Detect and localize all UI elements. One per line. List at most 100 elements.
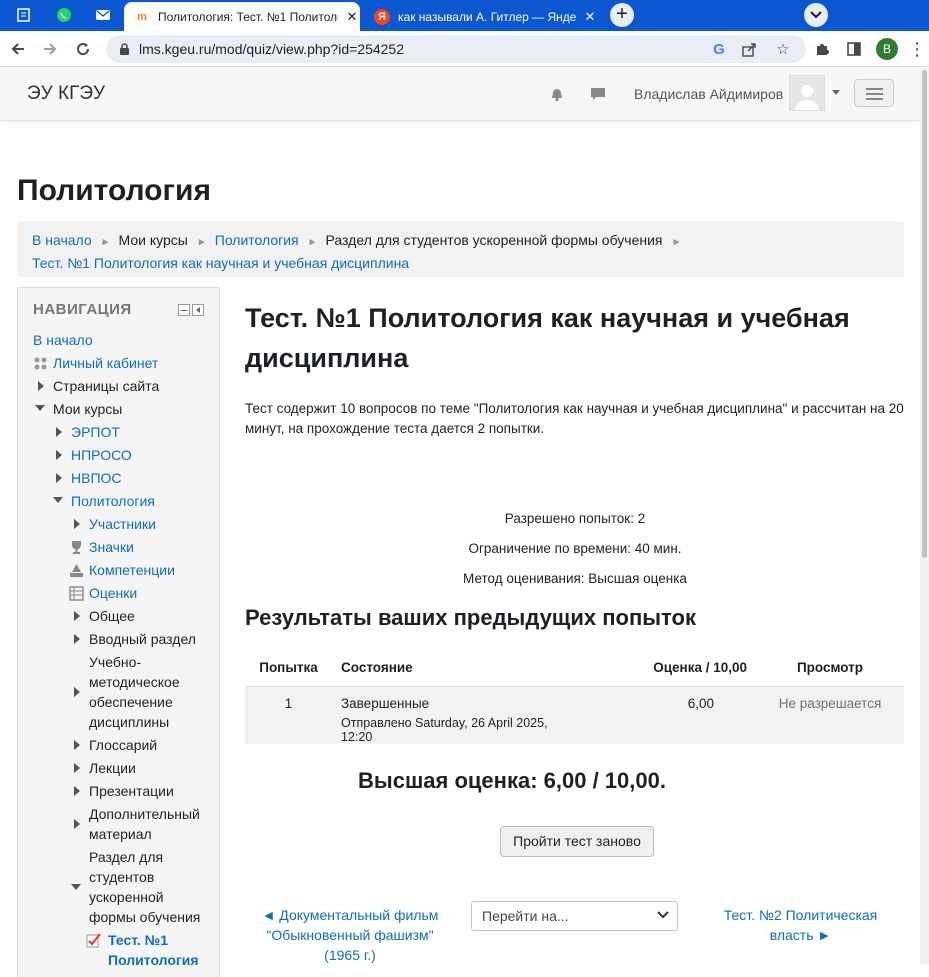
extensions-puzzle-icon[interactable] [810,37,834,61]
collapse-arrow-icon[interactable] [71,884,81,890]
close-tab-icon[interactable]: ✕ [582,9,598,25]
attempt-grade: 6,00 [576,686,756,744]
breadcrumb: В начало ► Мои курсы ► Политология ► Раздел дл… [17,221,904,277]
browser-toolbar: lms.kgeu.ru/mod/quiz/view.php?id=254252 … [0,31,929,67]
new-tab-button[interactable]: + [610,3,634,27]
nav-section-additional-line2[interactable]: материал [89,824,152,844]
user-name[interactable]: Владислав Айдимиров [634,86,783,102]
nav-badges[interactable]: Значки [89,537,134,557]
reload-button[interactable] [71,37,95,61]
expand-arrow-icon[interactable] [74,519,80,529]
pinned-tab-notes-icon[interactable] [11,4,37,26]
nav-section-methodical-line3[interactable]: обеспечение [89,692,173,712]
nav-section-lectures[interactable]: Лекции [89,758,136,778]
jump-to-select[interactable]: Перейти на... [471,901,678,931]
address-bar[interactable]: lms.kgeu.ru/mod/quiz/view.php?id=254252 … [106,35,806,63]
nav-section-additional-line1[interactable]: Дополнительный [89,804,200,824]
nav-course-erpot[interactable]: ЭРПОТ [71,422,120,442]
breadcrumb-my-courses: Мои курсы [118,232,188,248]
breadcrumb-separator-icon: ► [196,237,207,248]
attempts-table-header: Попытка Состояние Оценка / 10,00 Просмот… [245,649,904,687]
nav-section-presentations[interactable]: Презентации [89,781,174,801]
expand-arrow-icon[interactable] [74,786,80,796]
col-state: Состояние [332,649,576,687]
close-tab-icon[interactable]: ✕ [344,9,360,25]
retry-quiz-button[interactable]: Пройти тест заново [500,826,654,857]
nav-course-politologiya[interactable]: Политология [71,491,155,511]
expand-arrow-icon[interactable] [56,450,62,460]
nav-section-methodical-line2[interactable]: методическое [89,672,180,692]
prev-activity-link[interactable]: ◄ Документальный фильм "Обыкновенный фаш… [255,905,445,965]
chevron-down-icon [810,11,822,19]
pinned-tab-whatsapp-icon[interactable] [51,4,77,26]
attempt-review: Не разрешается [756,686,904,744]
back-button[interactable] [6,37,30,61]
tab-politologiya[interactable]: m Политология: Тест. №1 Политолог ✕ [124,2,360,31]
nav-grades[interactable]: Оценки [89,583,137,603]
page-scrollbar[interactable] [920,68,929,964]
nav-dashboard[interactable]: Личный кабинет [53,353,158,373]
next-activity-link[interactable]: Тест. №2 Политическая власть ► [714,905,887,945]
expand-arrow-icon[interactable] [74,687,80,697]
nav-current-quiz-line1[interactable]: Тест. №1 [108,930,168,950]
expand-arrow-icon[interactable] [74,819,80,829]
breadcrumb-quiz[interactable]: Тест. №1 Политология как научная и учебн… [32,255,409,271]
nav-section-methodical-line4[interactable]: дисциплины [89,712,169,732]
nav-section-accelerated-line2[interactable]: студентов [89,867,154,887]
pinned-tab-mail-icon[interactable] [90,4,116,26]
notifications-bell-icon[interactable] [547,84,567,104]
nav-course-nvpos[interactable]: НВПОС [71,468,122,488]
user-avatar[interactable] [789,75,825,111]
nav-home[interactable]: В начало [33,330,93,350]
reload-icon [77,43,90,56]
scrollbar-thumb[interactable] [922,70,927,558]
site-brand[interactable]: ЭУ КГЭУ [27,83,105,105]
navigation-heading: НАВИГАЦИЯ [33,301,132,318]
browser-menu-icon[interactable]: ⋮ [905,37,929,61]
nav-section-accelerated-line1[interactable]: Раздел для [89,847,163,867]
quiz-description: Тест содержит 10 вопросов по теме "Полит… [245,401,904,436]
block-dock-icon[interactable] [192,304,204,316]
tab-yandex[interactable]: Я как называли А. Гитлер — Яндекс ✕ [364,2,602,31]
hamburger-menu-button[interactable] [854,79,894,107]
expand-arrow-icon[interactable] [74,634,80,644]
nav-section-accelerated-line3[interactable]: ускоренной [89,887,164,907]
expand-arrow-icon[interactable] [74,740,80,750]
block-collapse-icon[interactable] [178,304,190,316]
nav-current-quiz-line2[interactable]: Политология [108,950,199,970]
nav-my-courses[interactable]: Мои курсы [53,399,122,419]
expand-arrow-icon[interactable] [56,473,62,483]
user-menu-caret-icon[interactable] [832,90,840,95]
google-lens-icon[interactable]: G [710,40,728,58]
tab-search-button[interactable] [804,3,828,27]
messages-chat-icon[interactable] [588,84,608,104]
nav-site-pages[interactable]: Страницы сайта [53,376,159,396]
nav-section-glossary[interactable]: Глоссарий [89,735,157,755]
collapse-arrow-icon[interactable] [53,497,63,503]
expand-arrow-icon[interactable] [74,763,80,773]
arrow-left-icon [11,43,24,55]
lock-icon[interactable] [115,40,133,58]
profile-avatar[interactable]: B [876,38,898,60]
forward-button[interactable] [38,37,62,61]
expand-arrow-icon[interactable] [74,611,80,621]
expand-arrow-icon[interactable] [56,427,62,437]
bookmark-star-icon[interactable]: ☆ [774,40,792,58]
nav-participants[interactable]: Участники [89,514,156,534]
moodle-favicon-icon: m [137,10,147,23]
breadcrumb-home[interactable]: В начало [32,232,92,248]
expand-arrow-icon[interactable] [38,381,44,391]
nav-section-methodical-line1[interactable]: Учебно- [89,652,141,672]
nav-section-accelerated-line4[interactable]: формы обучения [89,907,200,927]
side-panel-icon[interactable] [842,37,866,61]
nav-section-intro[interactable]: Вводный раздел [89,629,196,649]
breadcrumb-course[interactable]: Политология [215,232,299,248]
nav-competencies[interactable]: Компетенции [89,560,175,580]
collapse-arrow-icon[interactable] [35,405,45,411]
dashboard-icon [32,355,48,371]
share-icon[interactable] [740,40,758,58]
trophy-icon [68,539,84,555]
tab-title: Политология: Тест. №1 Политолог [158,9,338,24]
nav-section-general[interactable]: Общее [89,606,135,626]
nav-course-nproso[interactable]: НПРОСО [71,445,132,465]
